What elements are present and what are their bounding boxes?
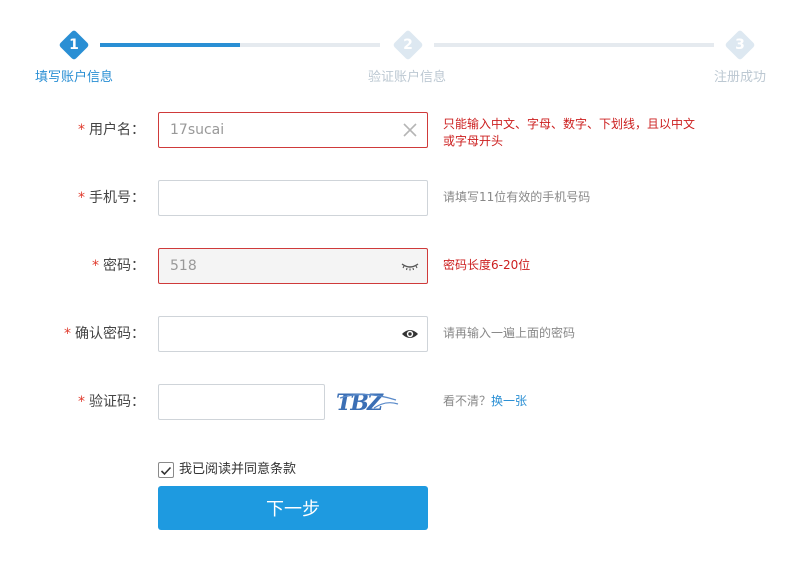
confirm-password-hint: 请再输入一遍上面的密码	[443, 326, 576, 340]
step-3-label: 注册成功	[714, 70, 767, 85]
step-3-number: 3	[735, 37, 745, 53]
checkmark-icon	[160, 466, 172, 476]
step-2-number: 2	[403, 37, 413, 53]
refresh-captcha-link[interactable]: 换一张	[491, 394, 527, 408]
eye-closed-icon[interactable]	[401, 257, 419, 275]
phone-hint: 请填写11位有效的手机号码	[443, 190, 591, 204]
step-3-marker: 3	[724, 29, 756, 61]
username-row: * 用户名： 17sucai 只能输入中文、字母、数字、下划线，且以中文或字母开头	[0, 112, 799, 148]
captcha-input[interactable]	[158, 384, 325, 420]
step-2-marker: 2	[392, 29, 424, 61]
captcha-label: * 验证码：	[78, 394, 145, 410]
step-1-label: 填写账户信息	[35, 70, 114, 85]
required-mark: *	[92, 258, 99, 274]
confirm-password-input[interactable]	[158, 316, 428, 352]
required-mark: *	[78, 394, 85, 410]
step-1-marker: 1	[58, 29, 90, 61]
close-icon[interactable]	[401, 121, 419, 139]
password-input[interactable]: 518	[158, 248, 428, 284]
username-value: 17sucai	[170, 122, 225, 138]
phone-input[interactable]	[158, 180, 428, 216]
password-row: * 密码： 518 密码长度6-20位	[0, 248, 799, 284]
agree-label: 我已阅读并同意条款	[179, 462, 297, 477]
password-label: * 密码：	[92, 258, 145, 274]
captcha-hint-text: 看不清？	[443, 394, 492, 408]
username-label: * 用户名：	[78, 122, 145, 138]
confirm-password-row: * 确认密码： 请再输入一遍上面的密码	[0, 316, 799, 352]
step-1-number: 1	[69, 37, 79, 53]
step-connector-2-3	[434, 43, 714, 47]
next-step-button[interactable]: 下一步	[158, 486, 428, 530]
step-2-label: 验证账户信息	[368, 70, 447, 85]
registration-stepper: 1 2 3 填写账户信息 验证账户信息 注册成功	[0, 0, 799, 95]
captcha-row: * 验证码： TBZ 看不清？换一张	[0, 384, 799, 420]
required-mark: *	[64, 326, 71, 342]
step-connector-1-2	[100, 43, 380, 47]
agree-checkbox[interactable]	[158, 462, 174, 478]
step-progress-fill	[100, 43, 240, 47]
phone-label: * 手机号：	[78, 190, 145, 206]
confirm-password-label: * 确认密码：	[64, 326, 145, 342]
required-mark: *	[78, 122, 85, 138]
password-error: 密码长度6-20位	[443, 258, 531, 272]
phone-row: * 手机号： 请填写11位有效的手机号码	[0, 180, 799, 216]
captcha-hint: 看不清？换一张	[443, 393, 703, 410]
username-error: 只能输入中文、字母、数字、下划线，且以中文或字母开头	[443, 117, 696, 148]
eye-icon[interactable]	[401, 325, 419, 343]
password-value: 518	[170, 258, 197, 274]
required-mark: *	[78, 190, 85, 206]
username-input[interactable]: 17sucai	[158, 112, 428, 148]
captcha-image[interactable]: TBZ	[334, 386, 402, 418]
